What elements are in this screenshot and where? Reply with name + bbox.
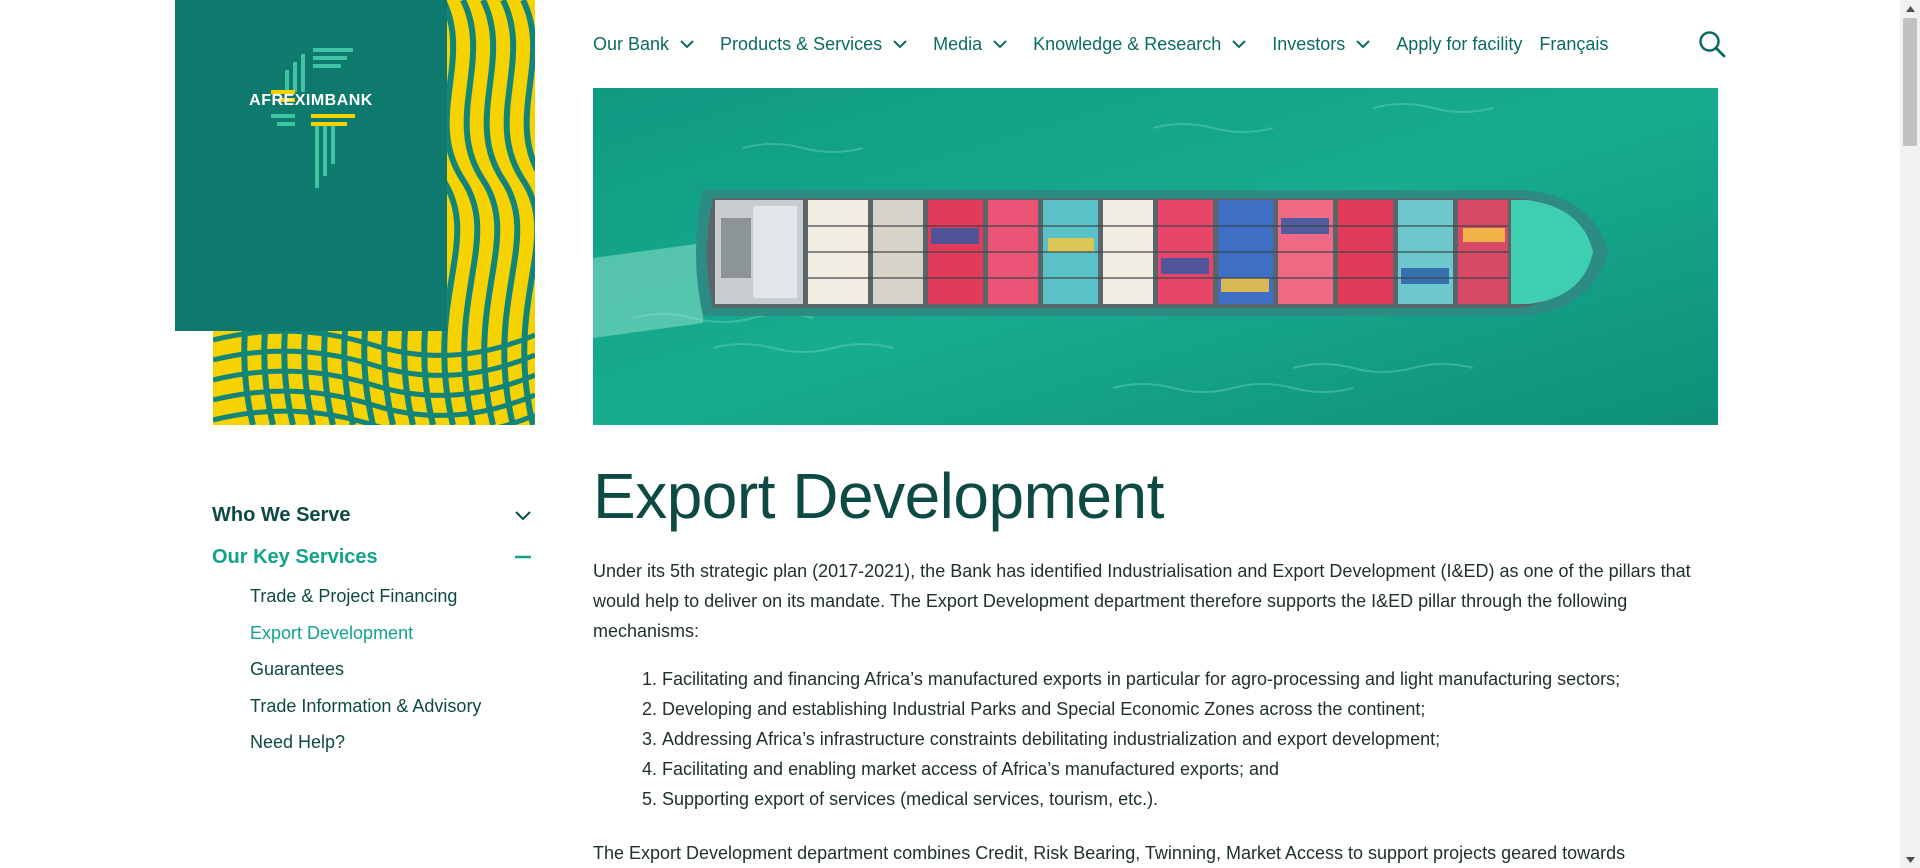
nav-label: Our Bank xyxy=(593,33,670,54)
search-icon[interactable] xyxy=(1698,30,1726,58)
logo-mark-icon xyxy=(271,48,355,188)
nav-label: Investors xyxy=(1272,33,1346,54)
sidebar-subnav: Trade & Project Financing Export Develop… xyxy=(250,578,534,761)
scrollbar-thumb[interactable] xyxy=(1903,18,1917,146)
chevron-down-icon xyxy=(1232,39,1246,48)
body-paragraph: The Export Development department combin… xyxy=(593,843,1626,863)
chevron-down-icon xyxy=(1356,39,1371,48)
nav-label: Knowledge & Research xyxy=(1033,33,1222,54)
sidebar-item-need-help[interactable]: Need Help? xyxy=(250,724,534,761)
chevron-down-icon xyxy=(893,39,907,48)
logo-wordmark: AFREXIMBANK xyxy=(249,92,373,109)
page-title: Export Development xyxy=(593,460,1164,532)
sidebar: Who We Serve Our Key Services Trade & Pr… xyxy=(212,500,534,761)
list-item: Facilitating and financing Africa’s manu… xyxy=(662,664,1718,694)
page: AFREXIMBANK Our Bank Products & Services… xyxy=(0,0,1900,868)
chevron-down-icon xyxy=(993,39,1007,48)
hero-image xyxy=(593,88,1718,425)
nav-products-services[interactable]: Products & Services xyxy=(720,34,907,55)
nav-apply-for-facility[interactable]: Apply for facility xyxy=(1396,34,1522,55)
nav-media[interactable]: Media xyxy=(933,34,1007,55)
page-scrollbar[interactable] xyxy=(1900,0,1920,868)
sidebar-item-trade-information-advisory[interactable]: Trade Information & Advisory xyxy=(250,688,534,725)
sidebar-group-label: Who We Serve xyxy=(212,503,351,526)
mechanisms-list: Facilitating and financing Africa’s manu… xyxy=(593,664,1718,814)
chevron-down-icon xyxy=(515,511,531,521)
chevron-down-icon xyxy=(680,39,694,48)
scroll-up-arrow-icon[interactable] xyxy=(1900,0,1920,17)
nav-language-switch[interactable]: Français xyxy=(1539,34,1608,55)
sidebar-item-trade-project-financing[interactable]: Trade & Project Financing xyxy=(250,578,534,615)
sidebar-group-our-key-services[interactable]: Our Key Services xyxy=(212,542,534,572)
main-content: Export Development Under its 5th strateg… xyxy=(593,458,1718,868)
sidebar-item-export-development[interactable]: Export Development xyxy=(250,615,534,652)
logo[interactable]: AFREXIMBANK xyxy=(175,0,447,331)
list-item: Developing and establishing Industrial P… xyxy=(662,694,1718,724)
nav-knowledge-research[interactable]: Knowledge & Research xyxy=(1033,34,1246,55)
sidebar-group-label: Our Key Services xyxy=(212,545,378,568)
nav-investors[interactable]: Investors xyxy=(1272,33,1371,55)
nav-label: Products & Services xyxy=(720,33,883,54)
minus-icon xyxy=(515,555,531,559)
scroll-down-arrow-icon[interactable] xyxy=(1900,851,1920,868)
main-navigation: Our Bank Products & Services Media Knowl… xyxy=(593,28,1625,60)
sidebar-group-who-we-serve[interactable]: Who We Serve xyxy=(212,500,534,530)
nav-label: Media xyxy=(933,33,983,54)
nav-our-bank[interactable]: Our Bank xyxy=(593,34,694,55)
nav-label: Apply for facility xyxy=(1396,33,1523,54)
sidebar-item-guarantees[interactable]: Guarantees xyxy=(250,651,534,688)
list-item: Facilitating and enabling market access … xyxy=(662,754,1718,784)
intro-paragraph: Under its 5th strategic plan (2017-2021)… xyxy=(593,561,1691,641)
nav-label: Français xyxy=(1539,33,1609,54)
list-item: Addressing Africa’s infrastructure const… xyxy=(662,724,1718,754)
list-item: Supporting export of services (medical s… xyxy=(662,784,1718,814)
